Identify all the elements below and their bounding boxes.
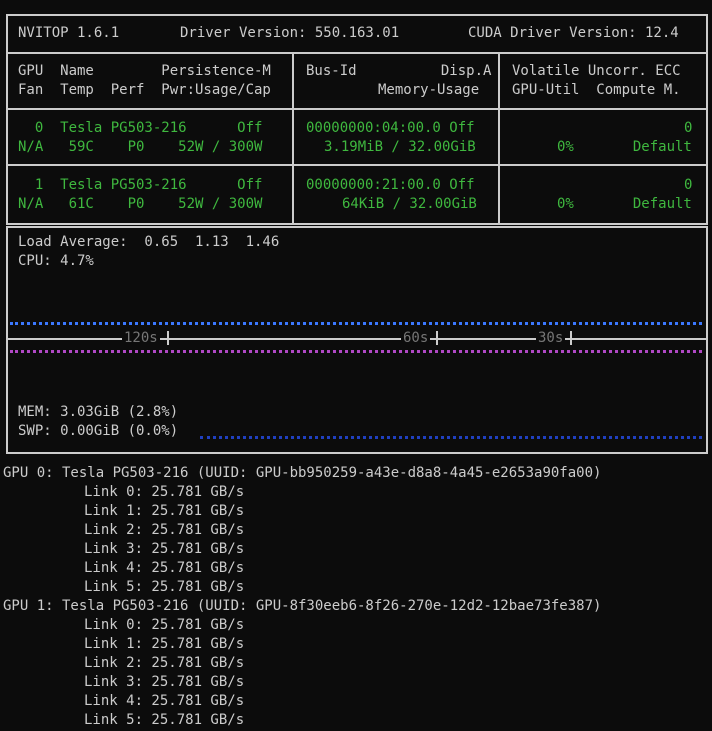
app-version: NVITOP 1.6.1 [18, 25, 120, 41]
gpu1-memory: 64KiB / 32.00GiB [342, 196, 477, 212]
nvlink-gpu1-link: Link 3: 25.781 GB/s [84, 674, 245, 690]
gpu0-left-row2: N/A 59C P0 52W / 300W [18, 139, 263, 155]
time-axis-tick-120s [167, 331, 169, 345]
col1-header-bottom: Fan Temp Perf Pwr:Usage/Cap [18, 82, 271, 98]
nvlink-gpu0-link: Link 1: 25.781 GB/s [84, 503, 245, 519]
cpu-history-line [10, 322, 702, 325]
col-divider-1 [292, 52, 294, 224]
nvlink-gpu0-link: Link 3: 25.781 GB/s [84, 541, 245, 557]
mem-history-line [10, 350, 702, 353]
col2-header-bottom: Memory-Usage [378, 82, 480, 98]
gpu0-util-compute: 0% Default [557, 139, 692, 155]
nvlink-gpu1-link: Link 2: 25.781 GB/s [84, 655, 245, 671]
col3-header-bottom: GPU-Util Compute M. [512, 82, 681, 98]
gpu0-ecc: 0 [684, 120, 693, 136]
time-axis-label-30s: 30s [536, 329, 566, 348]
gpu0-memory: 3.19MiB / 32.00GiB [324, 139, 476, 155]
time-axis-label-120s: 120s [122, 329, 160, 348]
header-divider [6, 52, 708, 54]
nvlink-gpu0-link: Link 2: 25.781 GB/s [84, 522, 245, 538]
nvlink-gpu0-link: Link 0: 25.781 GB/s [84, 484, 245, 500]
col-divider-2 [498, 52, 500, 224]
col3-header-top: Volatile Uncorr. ECC [512, 63, 681, 79]
nvlink-gpu1-link: Link 0: 25.781 GB/s [84, 617, 245, 633]
cpu-usage: CPU: 4.7% [18, 253, 94, 269]
time-axis-tick-60s [436, 331, 438, 345]
nvlink-gpu0-title: GPU 0: Tesla PG503-216 (UUID: GPU-bb9502… [3, 465, 602, 481]
gpu1-util-compute: 0% Default [557, 196, 692, 212]
nvlink-gpu1-link: Link 5: 25.781 GB/s [84, 712, 245, 728]
gpu0-left-row1: 0 Tesla PG503-216 Off [18, 120, 263, 136]
nvlink-gpu0-link: Link 5: 25.781 GB/s [84, 579, 245, 595]
mem-usage: MEM: 3.03GiB (2.8%) [18, 404, 179, 420]
col2-header-top: Bus-Id Disp.A [306, 63, 492, 79]
nvlink-gpu1-link: Link 1: 25.781 GB/s [84, 636, 245, 652]
driver-version: Driver Version: 550.163.01 [180, 25, 400, 41]
columns-divider [6, 108, 708, 110]
time-axis-label-60s: 60s [401, 329, 431, 348]
time-axis-tick-30s [570, 331, 572, 345]
swap-usage: SWP: 0.00GiB (0.0%) [18, 423, 179, 439]
nvlink-gpu0-link: Link 4: 25.781 GB/s [84, 560, 245, 576]
nvlink-gpu1-link: Link 4: 25.781 GB/s [84, 693, 245, 709]
cuda-version: CUDA Driver Version: 12.4 [468, 25, 679, 41]
gpu1-left-row2: N/A 61C P0 52W / 300W [18, 196, 263, 212]
gpu0-bus-id: 00000000:04:00.0 Off [306, 120, 475, 136]
col1-header-top: GPU Name Persistence-M [18, 63, 271, 79]
swap-history-line [200, 436, 702, 439]
gpu1-ecc: 0 [684, 177, 693, 193]
time-axis [8, 338, 706, 340]
gpu1-left-row1: 1 Tesla PG503-216 Off [18, 177, 263, 193]
nvlink-gpu1-title: GPU 1: Tesla PG503-216 (UUID: GPU-8f30ee… [3, 598, 602, 614]
gpu1-bus-id: 00000000:21:00.0 Off [306, 177, 475, 193]
gpu-row-divider [6, 164, 708, 166]
load-average: Load Average: 0.65 1.13 1.46 [18, 234, 280, 250]
